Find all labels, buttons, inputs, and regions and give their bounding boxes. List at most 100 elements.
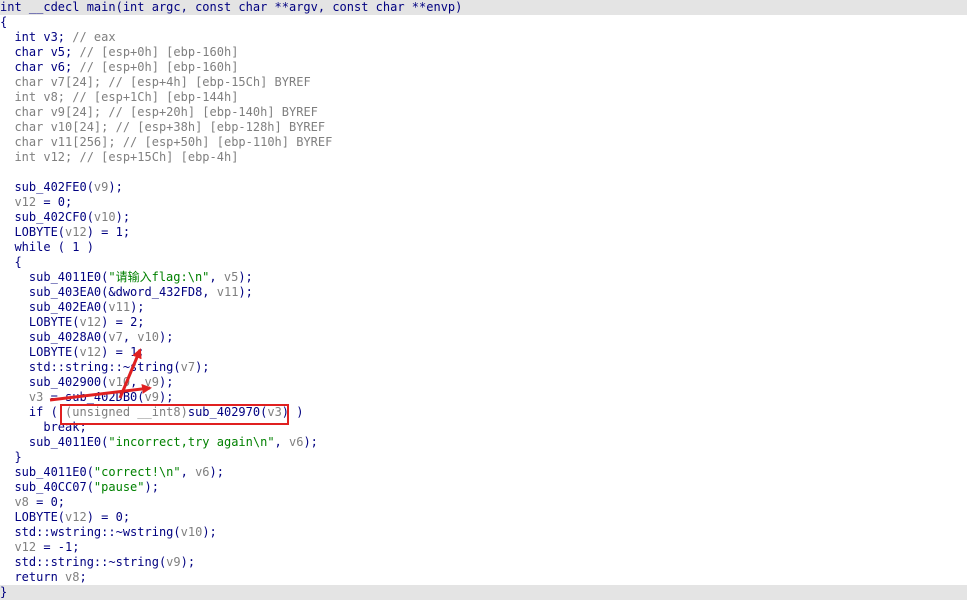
highlight-box-condition [60,404,289,425]
code-token: v11 [108,300,131,314]
code-line[interactable] [0,165,967,180]
code-line[interactable]: sub_402900(v10, v9); [0,375,967,390]
code-line[interactable]: int __cdecl main(int argc, const char **… [0,0,967,15]
code-token: v9 [144,390,159,404]
code-token: sub_4011E0( [0,435,109,449]
code-token: if ( [0,405,66,419]
code-token: ); [115,210,131,224]
code-line[interactable]: sub_4028A0(v7, v10); [0,330,967,345]
code-token: // [esp+50h] [ebp-110h] BYREF [122,135,333,149]
code-token: v12 [0,195,37,209]
code-token: ); [144,480,159,494]
code-token: sub_40CC07( [0,480,94,494]
code-token: ; [79,570,87,584]
code-token: int v12; [0,150,80,164]
code-token: ) = 2; [101,315,145,329]
code-token: "correct!\n" [93,465,181,479]
code-line[interactable]: int v8; // [esp+1Ch] [ebp-144h] [0,90,967,105]
code-line[interactable]: char v6; // [esp+0h] [ebp-160h] [0,60,967,75]
code-token: v12 [65,225,87,239]
code-token: ); [180,555,196,569]
code-token: v5 [223,270,239,284]
code-token: while ( 1 ) [0,240,94,254]
code-token: ); [158,330,174,344]
code-token: = -1; [36,540,80,554]
code-token: int v8; [0,90,73,104]
code-line[interactable]: char v10[24]; // [esp+38h] [ebp-128h] BY… [0,120,967,135]
code-token: v12 [0,540,37,554]
code-line[interactable]: std::string::~string(v9); [0,555,967,570]
code-token: v10 [93,210,116,224]
code-token: // eax [72,30,116,44]
code-line[interactable]: int v3; // eax [0,30,967,45]
code-line[interactable]: v12 = 0; [0,195,967,210]
code-token: v9 [93,180,109,194]
code-token: char v9[24]; [0,105,109,119]
code-token: ); [303,435,318,449]
code-line[interactable]: std::wstring::~wstring(v10); [0,525,967,540]
code-token: v9 [166,555,181,569]
code-token: ) = 1; [86,225,131,239]
code-token: v12 [79,345,102,359]
code-token: sub_403EA0(&dword_432FD8, [0,285,217,299]
code-token: } [0,450,22,464]
code-token: char v10[24]; [0,120,116,134]
code-token: v8 [65,570,80,584]
code-line[interactable]: v3 = sub_402DB0(v9); [0,390,967,405]
code-line[interactable]: LOBYTE(v12) = 2; [0,315,967,330]
code-line[interactable]: LOBYTE(v12) = 0; [0,510,967,525]
code-line[interactable]: sub_402EA0(v11); [0,300,967,315]
code-token: , [122,330,138,344]
code-line[interactable]: } [0,450,967,465]
code-line[interactable]: sub_402CF0(v10); [0,210,967,225]
code-token: v3 [0,390,44,404]
code-line[interactable]: char v7[24]; // [esp+4h] [ebp-15Ch] BYRE… [0,75,967,90]
code-token: , [209,270,224,284]
code-line[interactable]: { [0,255,967,270]
code-token: , [274,435,289,449]
code-token: LOBYTE( [0,345,80,359]
code-line[interactable]: char v9[24]; // [esp+20h] [ebp-140h] BYR… [0,105,967,120]
code-token: std::wstring::~wstring( [0,525,181,539]
code-line[interactable]: sub_40CC07("pause"); [0,480,967,495]
code-token: ) = 0; [86,510,131,524]
code-token: // [esp+0h] [ebp-160h] [79,60,239,74]
code-token: int __cdecl main(int argc, const char **… [0,0,463,14]
code-token: } [0,585,8,599]
code-line[interactable]: LOBYTE(v12) = 1; [0,225,967,240]
code-line[interactable]: std::string::~string(v7); [0,360,967,375]
code-line[interactable]: sub_4011E0("请输入flag:\n", v5); [0,270,967,285]
code-token: v10 [137,330,159,344]
code-line[interactable]: int v12; // [esp+15Ch] [ebp-4h] [0,150,967,165]
code-token: ); [202,525,217,539]
code-token: // [esp+4h] [ebp-15Ch] BYREF [108,75,311,89]
code-token: std::string::~string( [0,360,181,374]
code-line[interactable]: char v11[256]; // [esp+50h] [ebp-110h] B… [0,135,967,150]
code-token: ); [108,180,123,194]
code-line[interactable]: sub_402FE0(v9); [0,180,967,195]
code-line[interactable]: sub_4011E0("correct!\n", v6); [0,465,967,480]
pseudocode-view[interactable]: int __cdecl main(int argc, const char **… [0,0,967,600]
code-token: ); [130,300,145,314]
code-token: LOBYTE( [0,315,80,329]
code-token: = sub_402DB0( [43,390,145,404]
code-line[interactable]: return v8; [0,570,967,585]
code-token: char v7[24]; [0,75,109,89]
code-line[interactable]: sub_4011E0("incorrect,try again\n", v6); [0,435,967,450]
code-line[interactable]: v8 = 0; [0,495,967,510]
code-line[interactable]: { [0,15,967,30]
code-token: char v6; [0,60,80,74]
code-line[interactable]: char v5; // [esp+0h] [ebp-160h] [0,45,967,60]
code-line[interactable]: LOBYTE(v12) = 1; [0,345,967,360]
code-token: v9 [144,375,159,389]
code-token: v12 [65,510,87,524]
code-token: "请输入flag:\n" [108,270,210,284]
code-token: sub_402FE0( [0,180,94,194]
code-line[interactable]: while ( 1 ) [0,240,967,255]
code-line[interactable]: v12 = -1; [0,540,967,555]
code-token: v12 [79,315,102,329]
code-token: std::string::~string( [0,555,167,569]
code-token: { [0,15,8,29]
code-line[interactable]: } [0,585,967,600]
code-line[interactable]: sub_403EA0(&dword_432FD8, v11); [0,285,967,300]
